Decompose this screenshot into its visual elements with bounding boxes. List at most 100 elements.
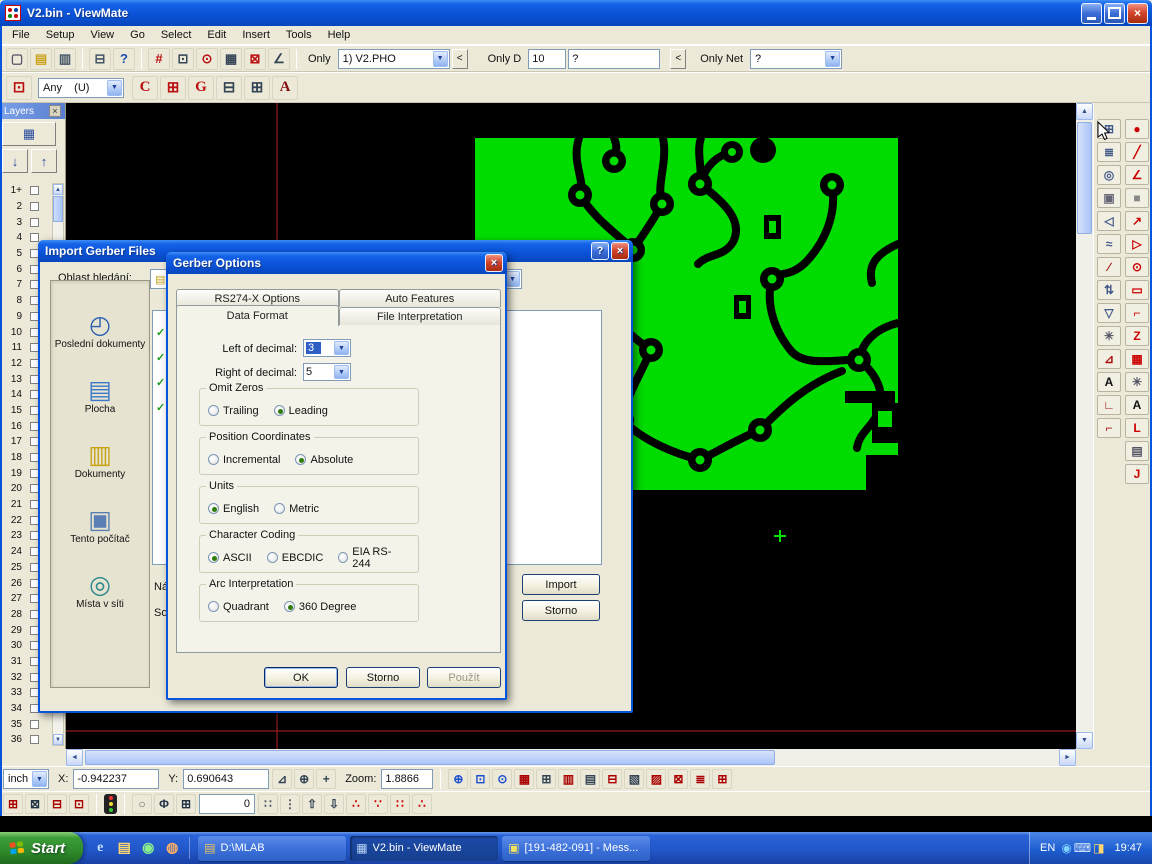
context-help-icon[interactable]: ?: [113, 48, 135, 70]
close-button[interactable]: ×: [1127, 3, 1148, 24]
net-combo[interactable]: ? ▼: [750, 49, 842, 69]
layer-checkbox[interactable]: [30, 218, 39, 227]
radio-absolute[interactable]: Absolute: [295, 454, 353, 466]
print-icon[interactable]: ⊟: [89, 48, 111, 70]
layer-up-button[interactable]: ↑: [31, 149, 57, 173]
settings-tool-icon[interactable]: ✳: [1097, 326, 1121, 346]
zoom-in-icon[interactable]: ⊕: [448, 769, 468, 789]
report-icon[interactable]: ≣: [690, 769, 710, 789]
place-documents[interactable]: ▥Dokumenty: [51, 441, 149, 506]
select-a-icon[interactable]: A: [272, 76, 298, 100]
only-layer-label[interactable]: Only: [308, 53, 331, 65]
combo-arrow-icon[interactable]: ▼: [825, 51, 840, 67]
red-dots4-icon[interactable]: ∴: [412, 794, 432, 814]
combo-arrow-icon[interactable]: ▼: [334, 341, 349, 355]
radio-ebcdic[interactable]: EBCDIC: [267, 552, 324, 564]
units-combo[interactable]: inch ▼: [3, 769, 49, 789]
zoom-input[interactable]: [381, 769, 433, 789]
pad-grid2-icon[interactable]: ▤: [580, 769, 600, 789]
pad-grid-icon[interactable]: ▥: [558, 769, 578, 789]
app-titlebar[interactable]: V2.bin - ViewMate ×: [0, 0, 1152, 26]
y-coordinate-input[interactable]: [183, 769, 269, 789]
text-l-icon[interactable]: L: [1125, 418, 1149, 438]
combo-arrow-icon[interactable]: ▼: [505, 271, 520, 287]
gerber-dialog-titlebar[interactable]: Gerber Options ×: [166, 252, 507, 274]
text-tool-icon[interactable]: A: [1097, 372, 1121, 392]
place-desktop[interactable]: ▤Plocha: [51, 376, 149, 441]
minimize-button[interactable]: [1081, 3, 1102, 24]
menu-insert[interactable]: Insert: [234, 27, 278, 43]
layer-checkbox[interactable]: [30, 233, 39, 242]
snap1-icon[interactable]: ⊞: [3, 794, 23, 814]
apply-button[interactable]: Použít: [427, 667, 501, 688]
tab-file-interpretation[interactable]: File Interpretation: [339, 307, 502, 325]
menu-tools[interactable]: Tools: [278, 27, 320, 43]
cancel-button[interactable]: Storno: [346, 667, 420, 688]
up-anchor-icon[interactable]: ⇧: [302, 794, 322, 814]
place-network[interactable]: ◎Místa v síti: [51, 571, 149, 636]
pair-grid-icon[interactable]: ⊞: [160, 76, 186, 100]
snap3-icon[interactable]: ⊟: [47, 794, 67, 814]
arrow-draw-icon[interactable]: ↗: [1125, 211, 1149, 231]
pad-view-icon[interactable]: ◎: [1097, 165, 1121, 185]
scroll-up-icon[interactable]: ▲: [53, 184, 63, 195]
dcode-select-icon[interactable]: ⊡: [6, 76, 32, 100]
grid-value-input[interactable]: [199, 794, 255, 814]
radio-english[interactable]: English: [208, 503, 259, 515]
import-cancel-button[interactable]: Storno: [522, 600, 600, 621]
rect-draw-icon[interactable]: ▭: [1125, 280, 1149, 300]
x-coordinate-input[interactable]: [73, 769, 159, 789]
slope-tool-icon[interactable]: ∕: [1097, 257, 1121, 277]
dot-col-icon[interactable]: ⋮: [280, 794, 300, 814]
dcode-input[interactable]: [528, 49, 566, 69]
start-button[interactable]: Start: [0, 832, 83, 864]
selection-mode-combo[interactable]: Any (U) ▼: [38, 78, 124, 98]
only-net-label[interactable]: Only Net: [700, 53, 743, 65]
combo-arrow-icon[interactable]: ▼: [433, 51, 448, 67]
folder-launch-icon[interactable]: ▤: [113, 837, 135, 859]
layer-file-combo[interactable]: 1) V2.PHO ▼: [338, 49, 450, 69]
dialog-close-button[interactable]: ×: [611, 242, 629, 260]
polygon-draw-icon[interactable]: ▷: [1125, 234, 1149, 254]
radio-incremental[interactable]: Incremental: [208, 454, 280, 466]
prev-dcode-button[interactable]: <: [670, 49, 686, 69]
layer-down-button[interactable]: ↓: [2, 149, 28, 173]
red-dots2-icon[interactable]: ∵: [368, 794, 388, 814]
snap2-icon[interactable]: ⊠: [25, 794, 45, 814]
combo-arrow-icon[interactable]: ▼: [32, 771, 47, 787]
net-table-icon[interactable]: ⊟: [602, 769, 622, 789]
rotate-tool-icon[interactable]: ◁: [1097, 211, 1121, 231]
dcode-filter-input[interactable]: [568, 49, 660, 69]
combo-arrow-icon[interactable]: ▼: [107, 80, 122, 96]
volume-tray-icon[interactable]: ◨: [1093, 841, 1104, 855]
layer-checkbox[interactable]: [30, 186, 39, 195]
combo-arrow-icon[interactable]: ▼: [334, 365, 349, 379]
scroll-up-icon[interactable]: ▲: [1076, 103, 1093, 120]
horizontal-scrollbar[interactable]: ◄ ►: [66, 749, 1076, 766]
radio-360-degree[interactable]: 360 Degree: [284, 601, 357, 613]
layer-checkbox[interactable]: [30, 735, 39, 744]
zoom-all-icon[interactable]: ⊙: [492, 769, 512, 789]
net-grid-icon[interactable]: ⊞: [244, 76, 270, 100]
layer-row-3[interactable]: 3: [0, 214, 51, 230]
radio-metric[interactable]: Metric: [274, 503, 319, 515]
task-mlab[interactable]: ▤D:\MLAB: [198, 836, 346, 861]
measure-icon[interactable]: ∠: [268, 48, 290, 70]
scroll-thumb[interactable]: [1077, 122, 1092, 234]
dialog-help-button[interactable]: ?: [591, 242, 609, 260]
layer-order-icon[interactable]: ≣: [1097, 142, 1121, 162]
radio-trailing[interactable]: Trailing: [208, 405, 259, 417]
dashed-rect-icon[interactable]: ▦: [1125, 349, 1149, 369]
corner-tool-icon[interactable]: ∟: [1097, 395, 1121, 415]
restore-button[interactable]: [1104, 3, 1125, 24]
down-anchor-icon[interactable]: ⇩: [324, 794, 344, 814]
snap4-icon[interactable]: ⊡: [69, 794, 89, 814]
gear-icon[interactable]: ✳: [1125, 372, 1149, 392]
text-j-icon[interactable]: J: [1125, 464, 1149, 484]
flip-tool-icon[interactable]: ▽: [1097, 303, 1121, 323]
crosshair-icon[interactable]: +: [316, 769, 336, 789]
language-indicator[interactable]: EN: [1040, 842, 1055, 854]
layer-checkbox[interactable]: [30, 202, 39, 211]
layer-row-36[interactable]: 36: [0, 732, 51, 748]
save-file-icon[interactable]: ▥: [54, 48, 76, 70]
